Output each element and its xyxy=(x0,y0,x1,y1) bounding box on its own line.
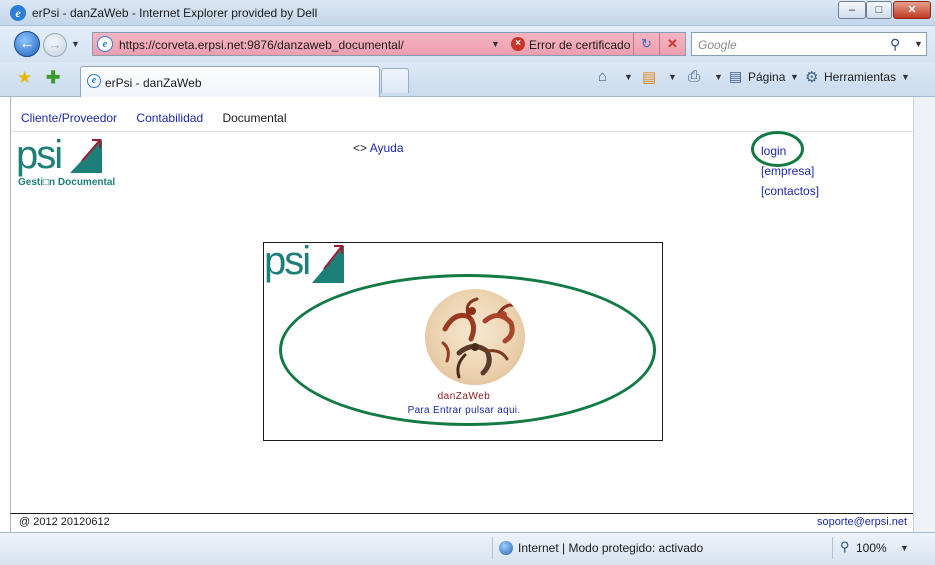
address-dropdown[interactable]: ▼ xyxy=(491,39,500,49)
navigation-bar: ← → ▼ e https://corveta.erpsi.net:9876/d… xyxy=(0,26,935,62)
footer-copyright: @ 2012 20120612 xyxy=(19,516,110,528)
security-zone[interactable]: Internet | Modo protegido: activado xyxy=(518,541,703,555)
page-menu-bar: Cliente/Proveedor Contabilidad Documenta… xyxy=(21,111,303,125)
menu-contabilidad[interactable]: Contabilidad xyxy=(136,111,203,125)
minimize-button[interactable]: – xyxy=(838,1,866,19)
contactos-link[interactable]: [contactos] xyxy=(761,181,819,201)
zoom-dropdown[interactable]: ▼ xyxy=(900,543,909,553)
search-options-dropdown[interactable]: ▼ xyxy=(914,39,923,49)
status-bar: Internet | Modo protegido: activado ⚲ 10… xyxy=(0,532,935,565)
refresh-icon[interactable]: ↻ xyxy=(633,33,659,55)
status-separator xyxy=(492,537,493,559)
logo-mark xyxy=(70,139,102,173)
panel-logo-mark xyxy=(312,245,344,283)
certificate-error-label[interactable]: Error de certificado xyxy=(529,38,630,52)
url-text[interactable]: https://corveta.erpsi.net:9876/danzaweb_… xyxy=(119,38,404,52)
menu-documental[interactable]: Documental xyxy=(222,111,286,125)
zoom-icon[interactable]: ⚲ xyxy=(840,539,850,555)
account-links: login [empresa] [contactos] xyxy=(761,141,819,201)
maximize-button[interactable]: □ xyxy=(866,1,892,19)
entry-panel[interactable]: psi danZaWeb Para Entrar pulsar aqui. xyxy=(263,239,664,441)
menu-cliente-proveedor[interactable]: Cliente/Proveedor xyxy=(21,111,117,125)
window-title: erPsi - danZaWeb - Internet Explorer pro… xyxy=(32,6,318,20)
print-dropdown[interactable]: ▼ xyxy=(714,72,723,82)
feeds-dropdown[interactable]: ▼ xyxy=(668,72,677,82)
add-favorites-icon[interactable]: ✚ xyxy=(46,69,60,87)
help-arrows: <> xyxy=(353,141,368,155)
home-dropdown[interactable]: ▼ xyxy=(624,72,633,82)
zoom-level[interactable]: 100% xyxy=(856,541,887,555)
help-area: <> Ayuda xyxy=(353,141,404,155)
tab-label: erPsi - danZaWeb xyxy=(105,76,202,90)
panel-logo-text: psi xyxy=(264,239,311,283)
page-dropdown[interactable]: ▼ xyxy=(790,72,799,82)
ie-icon: e xyxy=(87,74,101,88)
certificate-error-icon[interactable]: × xyxy=(511,37,525,51)
recent-pages-dropdown[interactable]: ▼ xyxy=(71,39,80,49)
tools-menu[interactable]: Herramientas xyxy=(824,70,896,84)
search-box[interactable]: Google ⚲ ▼ xyxy=(691,32,927,56)
ie-icon: e xyxy=(97,36,113,52)
enter-link[interactable]: Para Entrar pulsar aqui. xyxy=(264,405,664,416)
forward-icon[interactable]: → xyxy=(43,33,67,57)
logo-text: psi xyxy=(16,133,63,177)
site-logo: psi Gesti□n Documental xyxy=(16,133,115,191)
feeds-icon[interactable]: ▤ xyxy=(642,68,656,86)
search-icon[interactable]: ⚲ xyxy=(890,36,900,53)
favorites-star-icon[interactable]: ★ xyxy=(17,69,32,87)
status-separator xyxy=(832,537,833,559)
help-link[interactable]: Ayuda xyxy=(370,141,404,155)
page-content: Cliente/Proveedor Contabilidad Documenta… xyxy=(10,97,914,513)
tab-command-bar: ★ ✚ e erPsi - danZaWeb ⌂ ▼ ▤ ▼ ⎙ ▼ ▤ Pág… xyxy=(0,62,935,97)
stop-icon[interactable]: ✕ xyxy=(659,33,685,55)
search-input[interactable]: Google xyxy=(698,38,737,52)
login-link[interactable]: login xyxy=(761,141,819,161)
print-icon[interactable]: ⎙ xyxy=(688,68,700,85)
ie-icon: e xyxy=(10,5,26,21)
page-footer: @ 2012 20120612 soporte@erpsi.net xyxy=(10,513,913,532)
address-bar[interactable]: e https://corveta.erpsi.net:9876/danzawe… xyxy=(92,32,686,56)
gear-icon[interactable]: ⚙ xyxy=(805,68,818,86)
back-icon[interactable]: ← xyxy=(14,31,40,57)
panel-logo: psi xyxy=(264,239,346,285)
page-menu[interactable]: Página xyxy=(748,70,785,84)
vertical-scrollbar[interactable] xyxy=(913,97,935,532)
page-icon[interactable]: ▤ xyxy=(729,68,742,85)
globe-icon xyxy=(499,541,513,555)
app-name[interactable]: danZaWeb xyxy=(264,391,664,402)
empresa-link[interactable]: [empresa] xyxy=(761,161,819,181)
dancers-medallion-image[interactable] xyxy=(425,289,525,385)
new-tab-button[interactable] xyxy=(381,68,409,93)
support-email-link[interactable]: soporte@erpsi.net xyxy=(817,516,907,528)
window-titlebar: e erPsi - danZaWeb - Internet Explorer p… xyxy=(0,0,935,26)
tools-dropdown[interactable]: ▼ xyxy=(901,72,910,82)
home-icon[interactable]: ⌂ xyxy=(598,68,607,85)
close-window-button[interactable]: ✕ xyxy=(893,1,931,19)
tab-current[interactable]: e erPsi - danZaWeb xyxy=(80,66,380,97)
logo-subtitle: Gesti□n Documental xyxy=(18,177,116,188)
